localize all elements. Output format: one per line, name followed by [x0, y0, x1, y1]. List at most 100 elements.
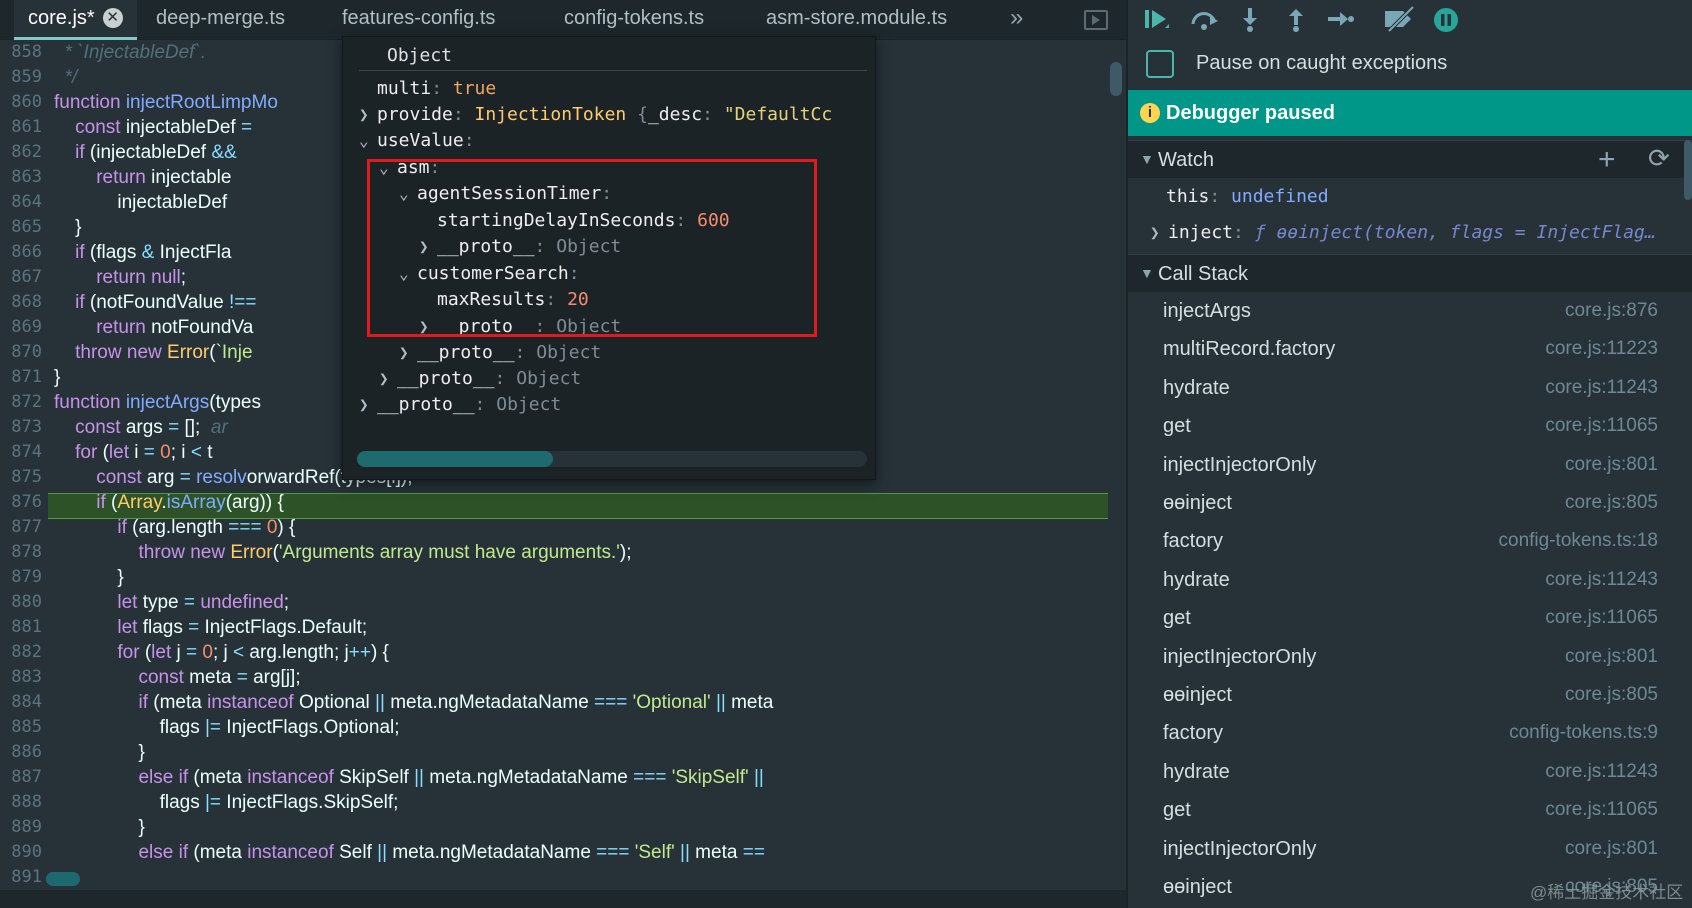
line-number[interactable]: 877 — [0, 515, 42, 540]
line-number[interactable]: 886 — [0, 740, 42, 765]
line-number[interactable]: 883 — [0, 665, 42, 690]
line-number[interactable]: 880 — [0, 590, 42, 615]
tab-deep-merge[interactable]: deep-merge.ts — [142, 0, 299, 40]
call-stack-frame[interactable]: injectInjectorOnly core.js:801 — [1128, 640, 1692, 676]
step-icon[interactable] — [1322, 6, 1358, 36]
pause-caught-checkbox[interactable] — [1146, 50, 1174, 78]
editor-vertical-scrollbar[interactable] — [1110, 62, 1122, 96]
line-number[interactable]: 879 — [0, 565, 42, 590]
line-number[interactable]: 891 — [0, 865, 42, 890]
line-number[interactable]: 874 — [0, 440, 42, 465]
watch-section-header[interactable]: ▼ Watch + ⟳ — [1128, 140, 1692, 178]
expand-arrow-icon[interactable]: ❯ — [1150, 216, 1168, 250]
step-out-icon[interactable] — [1278, 6, 1314, 36]
prop-proto[interactable]: ❯ __proto__: Object — [399, 339, 601, 367]
line-number[interactable]: 870 — [0, 340, 42, 365]
popup-horizontal-scrollbar[interactable] — [357, 451, 867, 467]
code-editor[interactable]: core.js* ✕ deep-merge.ts features-config.… — [0, 0, 1126, 908]
step-into-icon[interactable] — [1232, 6, 1268, 36]
line-number[interactable]: 868 — [0, 290, 42, 315]
tab-config-tokens[interactable]: config-tokens.ts — [550, 0, 718, 40]
line-number[interactable]: 890 — [0, 840, 42, 865]
line-number[interactable]: 875 — [0, 465, 42, 490]
section-title: Call Stack — [1158, 263, 1249, 285]
popup-title: Object — [387, 45, 453, 66]
line-number[interactable]: 887 — [0, 765, 42, 790]
call-stack-frame[interactable]: hydrate core.js:11243 — [1128, 755, 1692, 791]
line-number[interactable]: 864 — [0, 190, 42, 215]
prop-value: "DefaultCc — [723, 104, 833, 125]
line-number[interactable]: 863 — [0, 165, 42, 190]
toggle-sidebar-icon[interactable] — [1084, 10, 1108, 30]
frame-location: core.js:11243 — [1545, 568, 1658, 590]
line-number[interactable]: 859 — [0, 65, 42, 90]
expand-arrow-icon[interactable]: ❯ — [359, 391, 377, 419]
line-number[interactable]: 878 — [0, 540, 42, 565]
frame-location: config-tokens.ts:18 — [1498, 530, 1658, 552]
call-stack-frame[interactable]: factory config-tokens.ts:18 — [1128, 524, 1692, 560]
call-stack-frame[interactable]: injectInjectorOnly core.js:801 — [1128, 832, 1692, 868]
line-number[interactable]: 869 — [0, 315, 42, 340]
line-number[interactable]: 881 — [0, 615, 42, 640]
debug-panel-scrollbar[interactable] — [1684, 140, 1692, 200]
watch-item[interactable]: ❯ inject: ƒ ɵɵinject(token, flags = Injec… — [1150, 216, 1680, 250]
line-number[interactable]: 876 — [0, 490, 42, 515]
line-number[interactable]: 888 — [0, 790, 42, 815]
tab-overflow-icon[interactable]: » — [1010, 4, 1023, 32]
prop-proto[interactable]: ❯ __proto__: Object — [359, 391, 561, 419]
line-number[interactable]: 866 — [0, 240, 42, 265]
call-stack-frame[interactable]: factory config-tokens.ts:9 — [1128, 716, 1692, 752]
prop-usevalue[interactable]: ⌄ useValue: — [359, 127, 475, 155]
frame-function: get — [1163, 415, 1191, 438]
call-stack-frame[interactable]: injectArgs core.js:876 — [1128, 294, 1692, 330]
collapse-arrow-icon[interactable]: ⌄ — [359, 127, 377, 155]
call-stack-frame[interactable]: get core.js:11065 — [1128, 793, 1692, 829]
call-stack-frame[interactable]: multiRecord.factory core.js:11223 — [1128, 332, 1692, 368]
add-icon[interactable]: + — [1598, 143, 1616, 177]
call-stack-section-header[interactable]: ▼ Call Stack — [1128, 254, 1692, 292]
editor-horizontal-scrollbar[interactable] — [46, 872, 80, 886]
watch-item[interactable]: this: undefined — [1166, 180, 1692, 214]
call-stack-frame[interactable]: hydrate core.js:11243 — [1128, 563, 1692, 599]
resume-icon[interactable] — [1138, 6, 1174, 36]
object-inspector-popup[interactable]: Object multi: true ❯ provide: InjectionTo… — [342, 36, 876, 480]
expand-arrow-icon[interactable]: ❯ — [399, 339, 417, 367]
code-line: flags |= InjectFlags.Optional; — [54, 717, 400, 738]
line-number[interactable]: 858 — [0, 40, 42, 65]
tab-core-js[interactable]: core.js* ✕ — [14, 0, 137, 40]
frame-location: core.js:11223 — [1545, 338, 1658, 360]
code-line: } — [54, 742, 145, 763]
step-over-icon[interactable] — [1186, 6, 1222, 36]
line-number[interactable]: 865 — [0, 215, 42, 240]
call-stack-frame[interactable]: get core.js:11065 — [1128, 409, 1692, 445]
deactivate-breakpoints-icon[interactable] — [1382, 5, 1418, 36]
call-stack-frame[interactable]: get core.js:11065 — [1128, 601, 1692, 637]
call-stack-frame[interactable]: hydrate core.js:11243 — [1128, 371, 1692, 407]
pause-on-exceptions-icon[interactable] — [1428, 6, 1464, 36]
line-number[interactable]: 873 — [0, 415, 42, 440]
close-icon[interactable]: ✕ — [102, 8, 123, 28]
expand-arrow-icon[interactable]: ❯ — [379, 365, 397, 393]
line-number[interactable]: 862 — [0, 140, 42, 165]
prop-provide[interactable]: ❯ provide: InjectionToken {_desc: "Defaul… — [359, 101, 832, 129]
call-stack-frame[interactable]: ɵɵinject core.js:805 — [1128, 486, 1692, 522]
pause-on-caught-exceptions[interactable]: Pause on caught exceptions — [1138, 48, 1692, 80]
line-number[interactable]: 884 — [0, 690, 42, 715]
line-number[interactable]: 860 — [0, 90, 42, 115]
call-stack-frame[interactable]: injectInjectorOnly core.js:801 — [1128, 448, 1692, 484]
line-number[interactable]: 882 — [0, 640, 42, 665]
line-number[interactable]: 872 — [0, 390, 42, 415]
tab-features-config[interactable]: features-config.ts — [328, 0, 509, 40]
expand-arrow-icon[interactable]: ❯ — [359, 101, 377, 129]
tab-asm-store-module[interactable]: asm-store.module.ts — [752, 0, 961, 40]
debugger-paused-banner: i Debugger paused — [1128, 90, 1692, 136]
prop-proto[interactable]: ❯ __proto__: Object — [379, 365, 581, 393]
line-number[interactable]: 861 — [0, 115, 42, 140]
line-number[interactable]: 885 — [0, 715, 42, 740]
line-number[interactable]: 867 — [0, 265, 42, 290]
line-number[interactable]: 871 — [0, 365, 42, 390]
scrollbar-thumb[interactable] — [357, 451, 553, 467]
line-number[interactable]: 889 — [0, 815, 42, 840]
call-stack-frame[interactable]: ɵɵinject core.js:805 — [1128, 678, 1692, 714]
refresh-icon[interactable]: ⟳ — [1648, 143, 1670, 174]
